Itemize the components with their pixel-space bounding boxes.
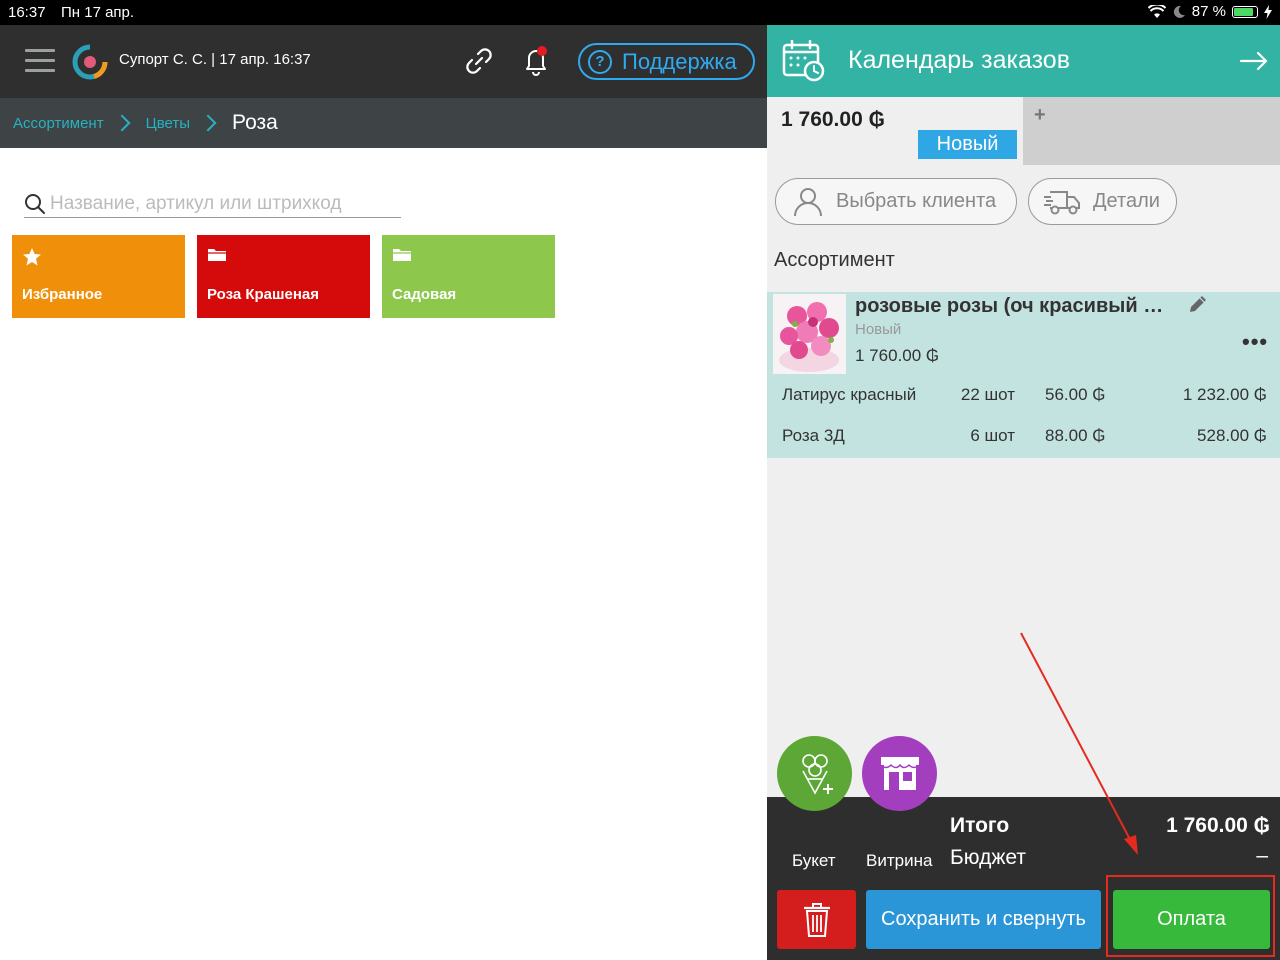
order-item-title: розовые розы (оч красивый бу...	[855, 295, 1175, 317]
breadcrumb: Ассортимент Цветы Роза	[0, 98, 767, 148]
order-panel-title: Календарь заказов	[848, 46, 1070, 74]
component-qty: 6 шот	[970, 426, 1015, 445]
item-component-row: Роза 3Д 6 шот 88.00 ₲ 528.00 ₲	[767, 426, 1280, 456]
breadcrumb-item-flowers[interactable]: Цветы	[146, 115, 190, 132]
payment-button[interactable]: Оплата	[1113, 890, 1270, 949]
wifi-icon	[1147, 4, 1166, 18]
star-icon	[23, 248, 41, 266]
details-button[interactable]: Детали	[1028, 178, 1177, 225]
bouquet-label: Букет	[792, 851, 836, 870]
order-panel-header: Календарь заказов	[767, 25, 1280, 97]
budget-value: –	[1256, 844, 1268, 867]
status-time: 16:37	[8, 4, 46, 21]
order-tab[interactable]: 1 760.00 ₲ Новый	[767, 97, 1023, 165]
bouquet-image	[773, 294, 846, 374]
details-label: Детали	[1093, 190, 1160, 212]
moon-icon	[1173, 5, 1185, 18]
component-name: Латирус красный	[782, 385, 917, 404]
order-tab-total: 1 760.00 ₲	[781, 108, 885, 131]
chevron-right-icon	[113, 114, 131, 132]
budget-label: Бюджет	[950, 846, 1026, 869]
question-icon: ?	[588, 49, 612, 74]
item-component-row: Латирус красный 22 шот 56.00 ₲ 1 232.00 …	[767, 385, 1280, 415]
order-status-badge: Новый	[918, 130, 1017, 159]
component-qty: 22 шот	[960, 385, 1015, 404]
order-item-status: Новый	[855, 321, 902, 338]
component-sum: 528.00 ₲	[1197, 426, 1267, 445]
battery-percent: 87 %	[1191, 3, 1226, 20]
order-item-price: 1 760.00 ₲	[855, 346, 940, 365]
category-tile-label: Садовая	[392, 286, 457, 303]
category-tile-label: Роза Крашеная	[207, 286, 320, 303]
status-bar: 16:37 Пн 17 апр. 87 %	[0, 0, 1280, 25]
trash-icon	[803, 902, 830, 937]
user-icon	[794, 187, 822, 216]
storefront-icon	[879, 756, 920, 790]
delete-order-button[interactable]	[777, 890, 856, 949]
component-price: 88.00 ₲	[1045, 426, 1106, 445]
link-icon[interactable]	[463, 45, 495, 77]
total-label: Итого	[950, 814, 1010, 837]
chevron-right-icon	[199, 114, 217, 132]
select-client-button[interactable]: Выбрать клиента	[775, 178, 1017, 225]
component-sum: 1 232.00 ₲	[1182, 385, 1267, 404]
charging-icon	[1264, 4, 1272, 19]
battery-icon	[1232, 5, 1258, 18]
status-right: 87 %	[1147, 3, 1272, 20]
category-tile-favorites[interactable]: Избранное	[12, 235, 185, 318]
order-item[interactable]: розовые розы (оч красивый бу... Новый ••…	[767, 292, 1280, 458]
component-price: 56.00 ₲	[1045, 385, 1106, 404]
more-options-icon[interactable]: •••	[1242, 329, 1268, 355]
save-and-collapse-button[interactable]: Сохранить и свернуть	[866, 890, 1101, 949]
support-button-label: Поддержка	[622, 48, 737, 74]
bouquet-button[interactable]	[777, 736, 852, 811]
plus-icon: +	[1034, 104, 1046, 126]
category-tile-garden[interactable]: Садовая	[382, 235, 555, 318]
bell-icon[interactable]	[520, 44, 552, 78]
total-value: 1 760.00 ₲	[1166, 814, 1270, 837]
category-tile-label: Избранное	[22, 286, 103, 303]
showcase-button[interactable]	[862, 736, 937, 811]
status-date: Пн 17 апр.	[61, 4, 135, 21]
breadcrumb-item-assortment[interactable]: Ассортимент	[13, 115, 104, 132]
delivery-truck-icon	[1044, 190, 1080, 214]
bouquet-add-icon	[801, 753, 833, 795]
search-input[interactable]	[50, 192, 390, 215]
section-label-assortment: Ассортимент	[774, 249, 895, 271]
search-bar	[24, 190, 401, 218]
calendar-clock-icon[interactable]	[782, 40, 826, 82]
folder-icon	[208, 249, 226, 261]
select-client-label: Выбрать клиента	[836, 190, 997, 212]
top-bar: Супорт С. С. | 17 апр. 16:37 ? Поддержка	[0, 25, 767, 98]
hamburger-menu-icon[interactable]	[25, 49, 55, 73]
add-order-tab[interactable]: +	[1023, 97, 1280, 165]
category-tile-rose-dyed[interactable]: Роза Крашеная	[197, 235, 370, 318]
app-logo	[72, 44, 108, 80]
component-name: Роза 3Д	[782, 426, 845, 445]
showcase-label: Витрина	[866, 851, 933, 870]
breadcrumb-current: Роза	[232, 111, 278, 134]
pencil-icon[interactable]	[1186, 292, 1210, 316]
user-info: Супорт С. С. | 17 апр. 16:37	[119, 51, 311, 68]
search-icon	[25, 193, 45, 214]
arrow-right-icon[interactable]	[1239, 47, 1269, 75]
support-button[interactable]: ? Поддержка	[578, 43, 755, 80]
folder-icon	[393, 249, 411, 261]
